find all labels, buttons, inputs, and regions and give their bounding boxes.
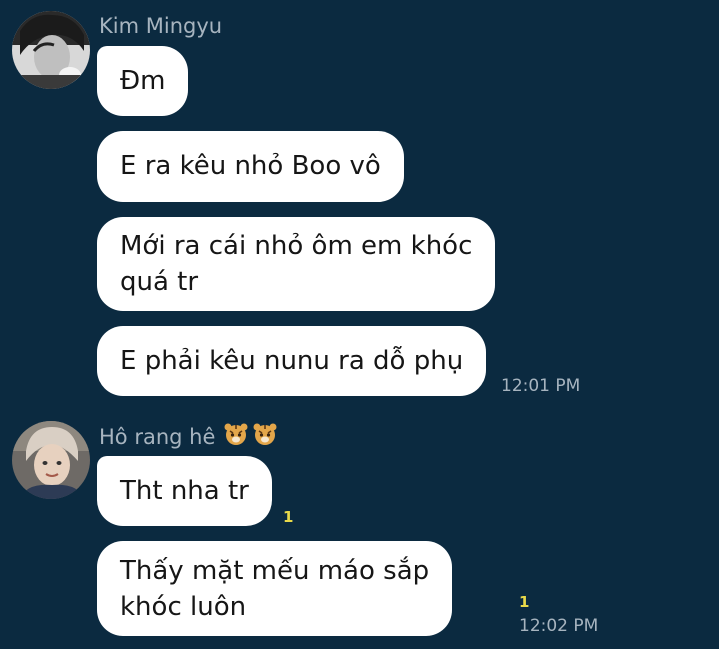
message-text: E phải kêu nunu ra dỗ phụ (120, 346, 464, 376)
message-text: Mới ra cái nhỏ ôm em khóc (120, 231, 473, 261)
sender-name-text: Hô rang hê (99, 425, 216, 449)
message-timestamp: 12:02 PM (519, 616, 599, 636)
message-timestamp: 12:01 PM (501, 376, 581, 396)
message-text: Đm (120, 66, 166, 96)
message-bubble[interactable]: E phải kêu nunu ra dỗ phụ (97, 326, 487, 396)
message-bubble[interactable]: Tht nha tr (97, 456, 272, 526)
unread-count: 1 (283, 508, 294, 526)
sender-name: Kim Mingyu (99, 14, 223, 38)
message-text: quá tr (120, 267, 199, 297)
tiger-face-icon (224, 423, 278, 453)
message-text: Thấy mặt mếu máo sắp (120, 556, 430, 586)
message-text: Tht nha tr (120, 476, 249, 506)
sender-name: Hô rang hê (99, 423, 278, 453)
unread-count: 1 (519, 593, 530, 611)
avatar-kim-mingyu-icon (12, 11, 90, 89)
avatar-ho-rang-he-icon (12, 421, 90, 499)
message-bubble[interactable]: Thấy mặt mếu máo sắp khóc luôn (97, 541, 453, 636)
message-bubble[interactable]: Đm (97, 46, 189, 116)
message-bubble[interactable]: Mới ra cái nhỏ ôm em khóc quá tr (97, 217, 496, 311)
sender-avatar[interactable] (12, 11, 90, 89)
sender-avatar[interactable] (12, 421, 90, 499)
message-text: E ra kêu nhỏ Boo vô (120, 151, 381, 181)
message-bubble[interactable]: E ra kêu nhỏ Boo vô (97, 131, 404, 202)
message-text: khóc luôn (120, 592, 247, 622)
